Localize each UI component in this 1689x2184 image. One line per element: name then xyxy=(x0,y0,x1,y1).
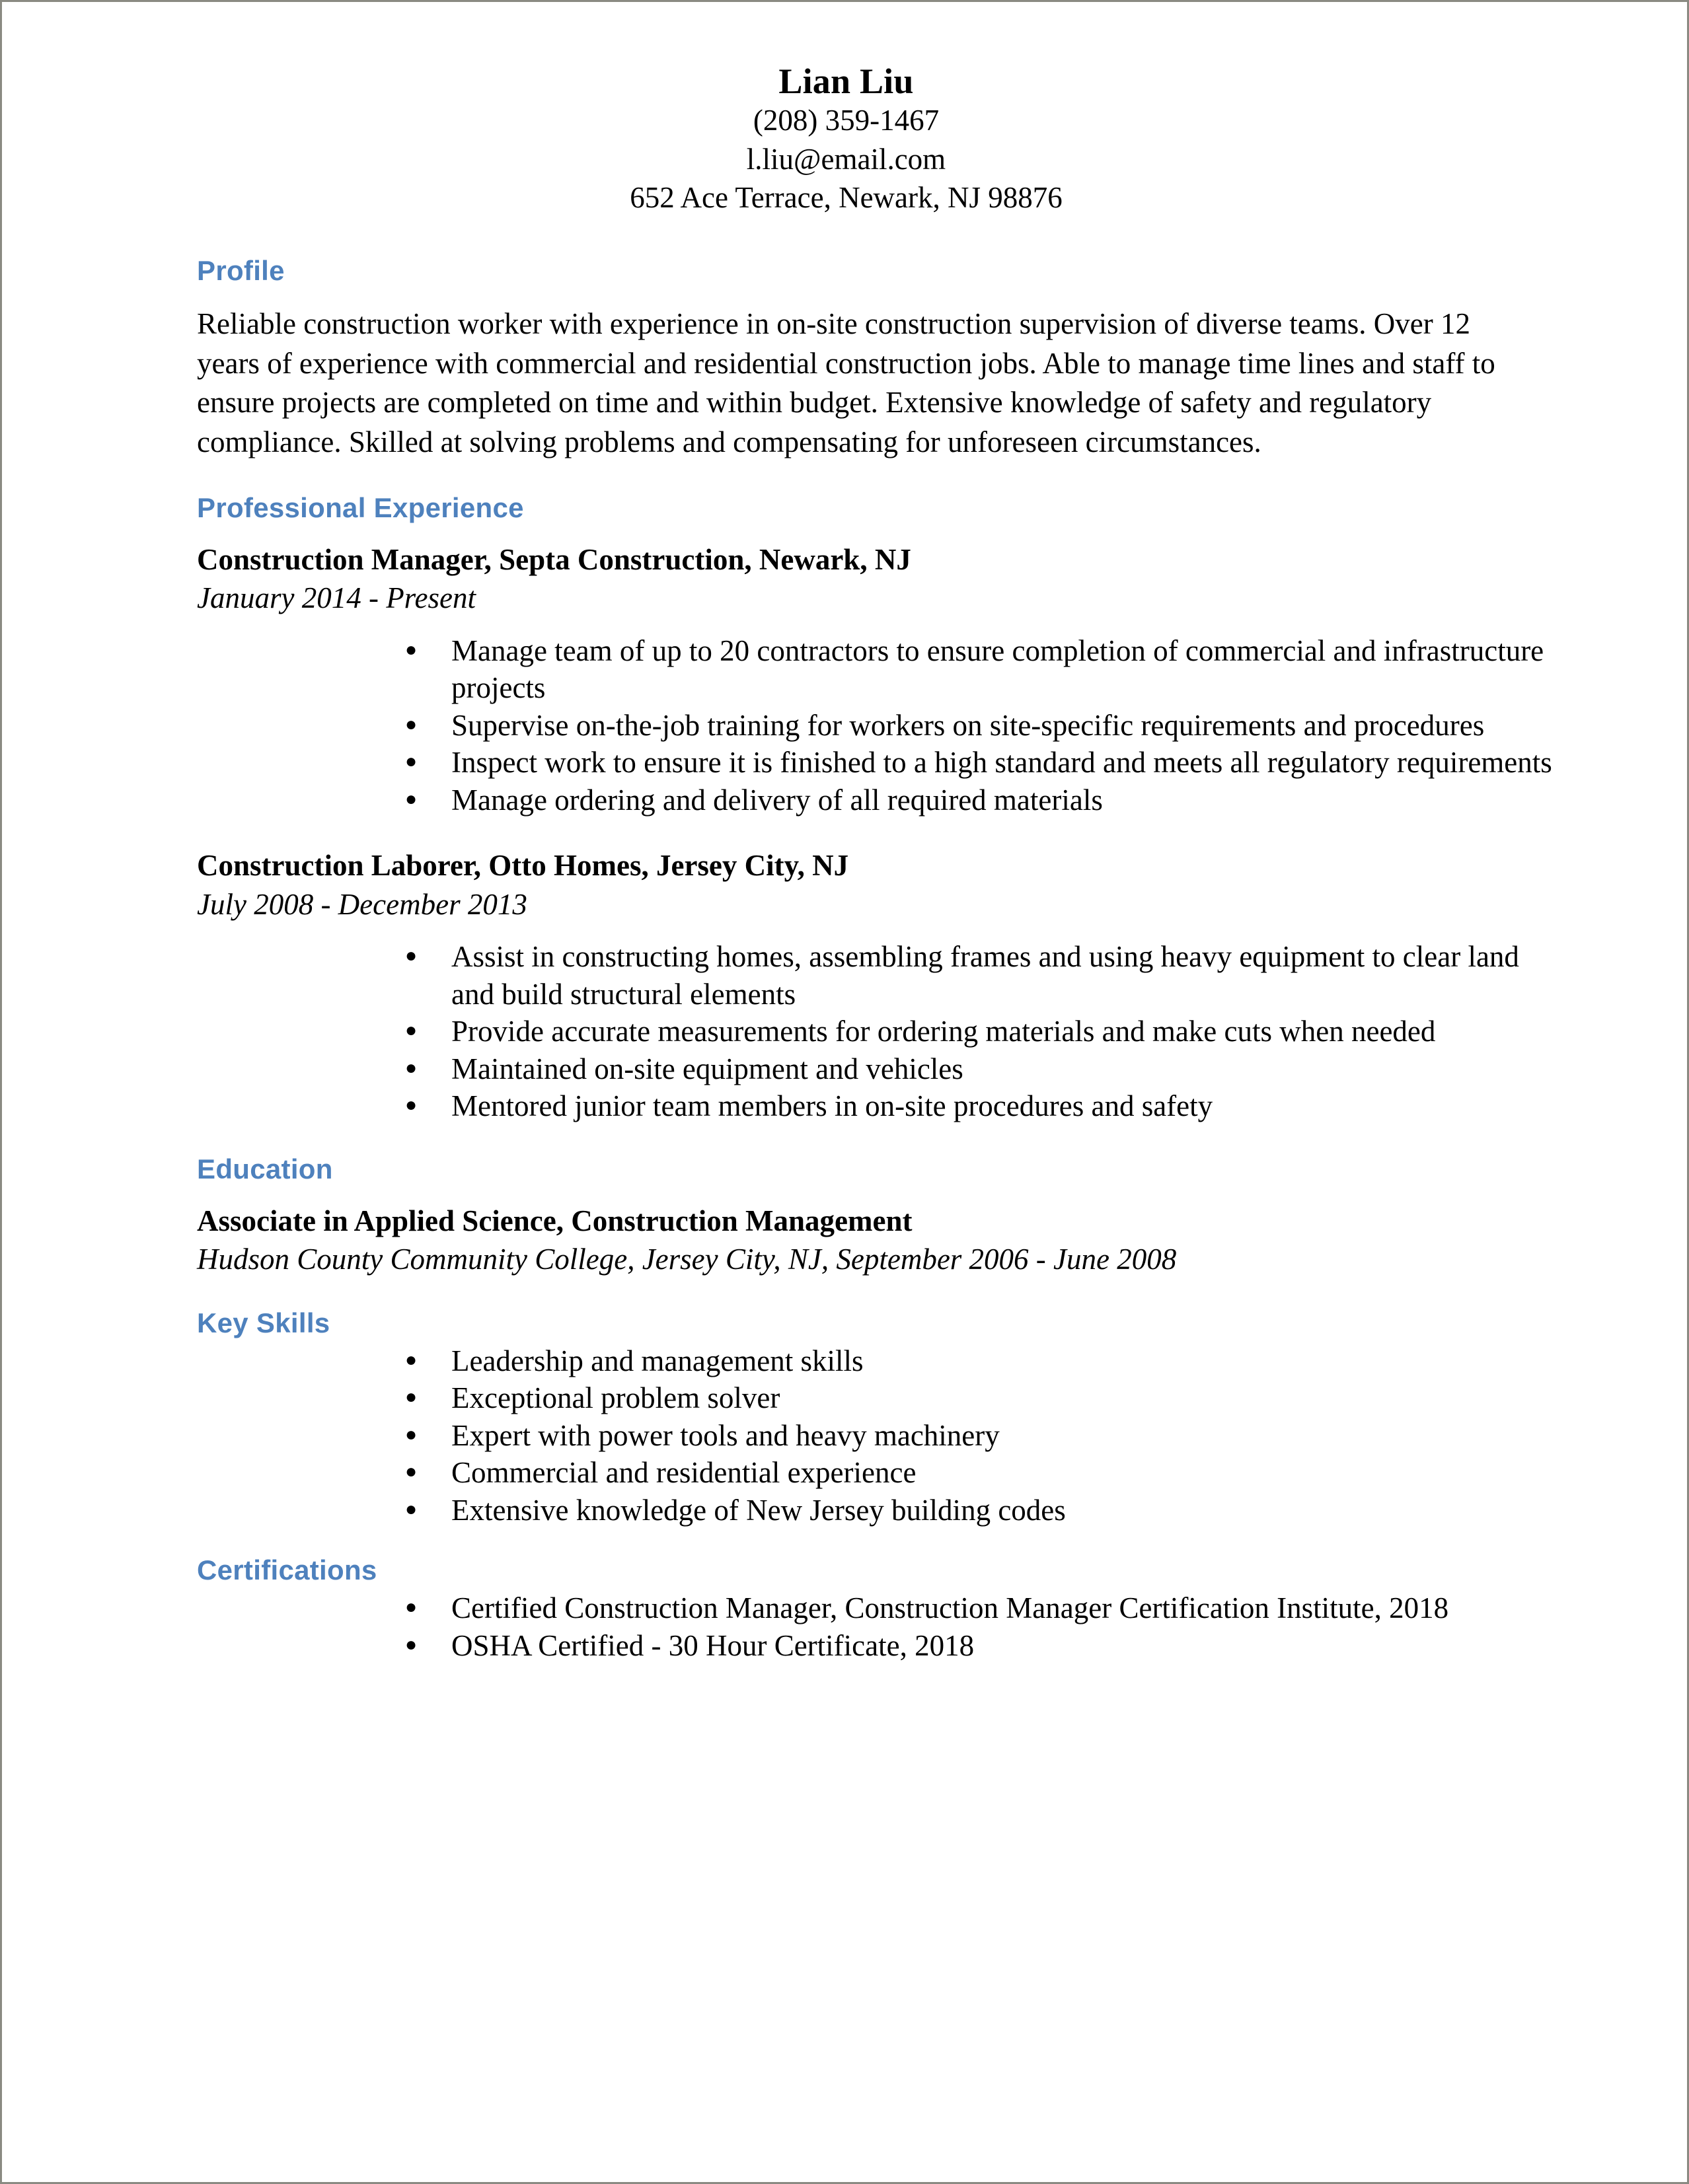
education-entry: Associate in Applied Science, Constructi… xyxy=(197,1202,1568,1279)
profile-summary-text: Reliable construction worker with experi… xyxy=(197,307,1495,459)
list-item: Maintained on-site equipment and vehicle… xyxy=(405,1050,1568,1087)
section-heading-certifications: Certifications xyxy=(197,1554,377,1586)
job-bullet-list: Assist in constructing homes, assembling… xyxy=(197,937,1568,1124)
list-item: Extensive knowledge of New Jersey buildi… xyxy=(405,1491,1568,1529)
key-skills-list: Leadership and management skills Excepti… xyxy=(197,1342,1568,1529)
job-title: Construction Manager, Septa Construction… xyxy=(197,542,911,576)
list-item: Provide accurate measurements for orderi… xyxy=(405,1012,1568,1050)
section-heading-education: Education xyxy=(197,1153,333,1184)
job-title: Construction Laborer, Otto Homes, Jersey… xyxy=(197,849,849,883)
list-item: Supervise on-the-job training for worker… xyxy=(405,706,1568,744)
list-item: Exceptional problem solver xyxy=(405,1379,1568,1416)
list-item: Inspect work to ensure it is finished to… xyxy=(405,743,1568,781)
experience-entry: Construction Laborer, Otto Homes, Jersey… xyxy=(197,846,1568,1124)
certifications-list: Certified Construction Manager, Construc… xyxy=(197,1589,1568,1664)
education-school: Hudson County Community College, Jersey … xyxy=(197,1243,1177,1276)
list-item: Expert with power tools and heavy machin… xyxy=(405,1416,1568,1454)
resume-sheet: Lian Liu (208) 359-1467 l.liu@email.com … xyxy=(2,2,1687,2182)
section-heading-profile: Profile xyxy=(197,254,285,286)
experience-entry: Construction Manager, Septa Construction… xyxy=(197,540,1568,819)
list-item: Manage team of up to 20 contractors to e… xyxy=(405,632,1568,707)
candidate-address: 652 Ace Terrace, Newark, NJ 98876 xyxy=(630,181,1063,215)
list-item: Assist in constructing homes, assembling… xyxy=(405,937,1568,1013)
section-heading-experience: Professional Experience xyxy=(197,491,524,523)
resume-header: Lian Liu (208) 359-1467 l.liu@email.com … xyxy=(197,61,1568,217)
candidate-name: Lian Liu xyxy=(778,61,914,101)
job-dates: January 2014 - Present xyxy=(197,581,476,615)
list-item: Commercial and residential experience xyxy=(405,1453,1568,1491)
list-item: OSHA Certified - 30 Hour Certificate, 20… xyxy=(405,1626,1568,1664)
candidate-email: l.liu@email.com xyxy=(746,142,946,176)
resume-page: Lian Liu (208) 359-1467 l.liu@email.com … xyxy=(0,0,1689,2184)
list-item: Manage ordering and delivery of all requ… xyxy=(405,781,1568,819)
candidate-phone: (208) 359-1467 xyxy=(753,104,940,137)
job-dates: July 2008 - December 2013 xyxy=(197,887,527,921)
list-item: Certified Construction Manager, Construc… xyxy=(405,1589,1568,1626)
section-heading-key-skills: Key Skills xyxy=(197,1307,330,1338)
list-item: Mentored junior team members in on-site … xyxy=(405,1087,1568,1124)
job-bullet-list: Manage team of up to 20 contractors to e… xyxy=(197,632,1568,819)
education-degree: Associate in Applied Science, Constructi… xyxy=(197,1204,913,1237)
list-item: Leadership and management skills xyxy=(405,1342,1568,1379)
